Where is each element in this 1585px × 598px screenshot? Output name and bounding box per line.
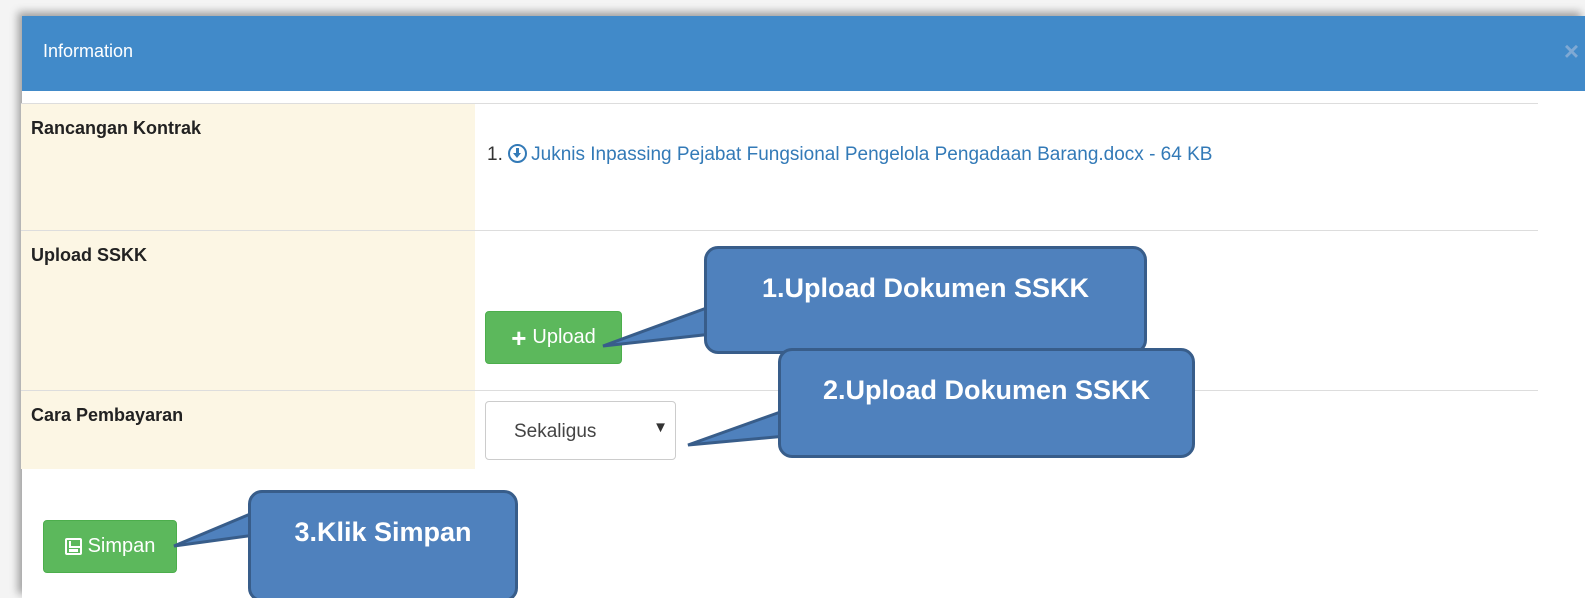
upload-button[interactable]: + Upload [485, 311, 622, 364]
plus-icon: + [511, 322, 527, 353]
row-value: 1. Juknis Inpassing Pejabat Fungsional P… [475, 104, 1538, 230]
payment-method-select[interactable]: Sekaligus ▼ [485, 401, 676, 460]
upload-button-label: Upload [532, 326, 596, 348]
select-value: Sekaligus [514, 421, 597, 442]
modal-title: Information [43, 41, 134, 61]
caret-down-icon: ▼ [653, 419, 668, 436]
callout-upload-sskk-2: 2.Upload Dokumen SSKK [778, 348, 1195, 458]
row-label: Rancangan Kontrak [21, 104, 475, 230]
row-label: Upload SSKK [21, 231, 475, 390]
row-rancangan-kontrak: Rancangan Kontrak 1. Juknis Inpassing Pe… [21, 103, 1538, 230]
download-circle-icon[interactable] [508, 144, 528, 163]
save-button-label: Simpan [87, 535, 156, 557]
floppy-disk-icon [64, 538, 82, 555]
file-download-link[interactable]: Juknis Inpassing Pejabat Fungsional Peng… [531, 144, 1212, 165]
callout-upload-sskk-1: 1.Upload Dokumen SSKK [704, 246, 1147, 354]
file-index: 1. [487, 144, 503, 165]
callout-klik-simpan: 3.Klik Simpan [248, 490, 518, 598]
modal-header: Information × [22, 16, 1585, 91]
close-icon[interactable]: × [1564, 38, 1579, 64]
file-item: 1. Juknis Inpassing Pejabat Fungsional P… [487, 144, 1212, 166]
save-button[interactable]: Simpan [43, 520, 177, 573]
row-label: Cara Pembayaran [21, 391, 475, 469]
